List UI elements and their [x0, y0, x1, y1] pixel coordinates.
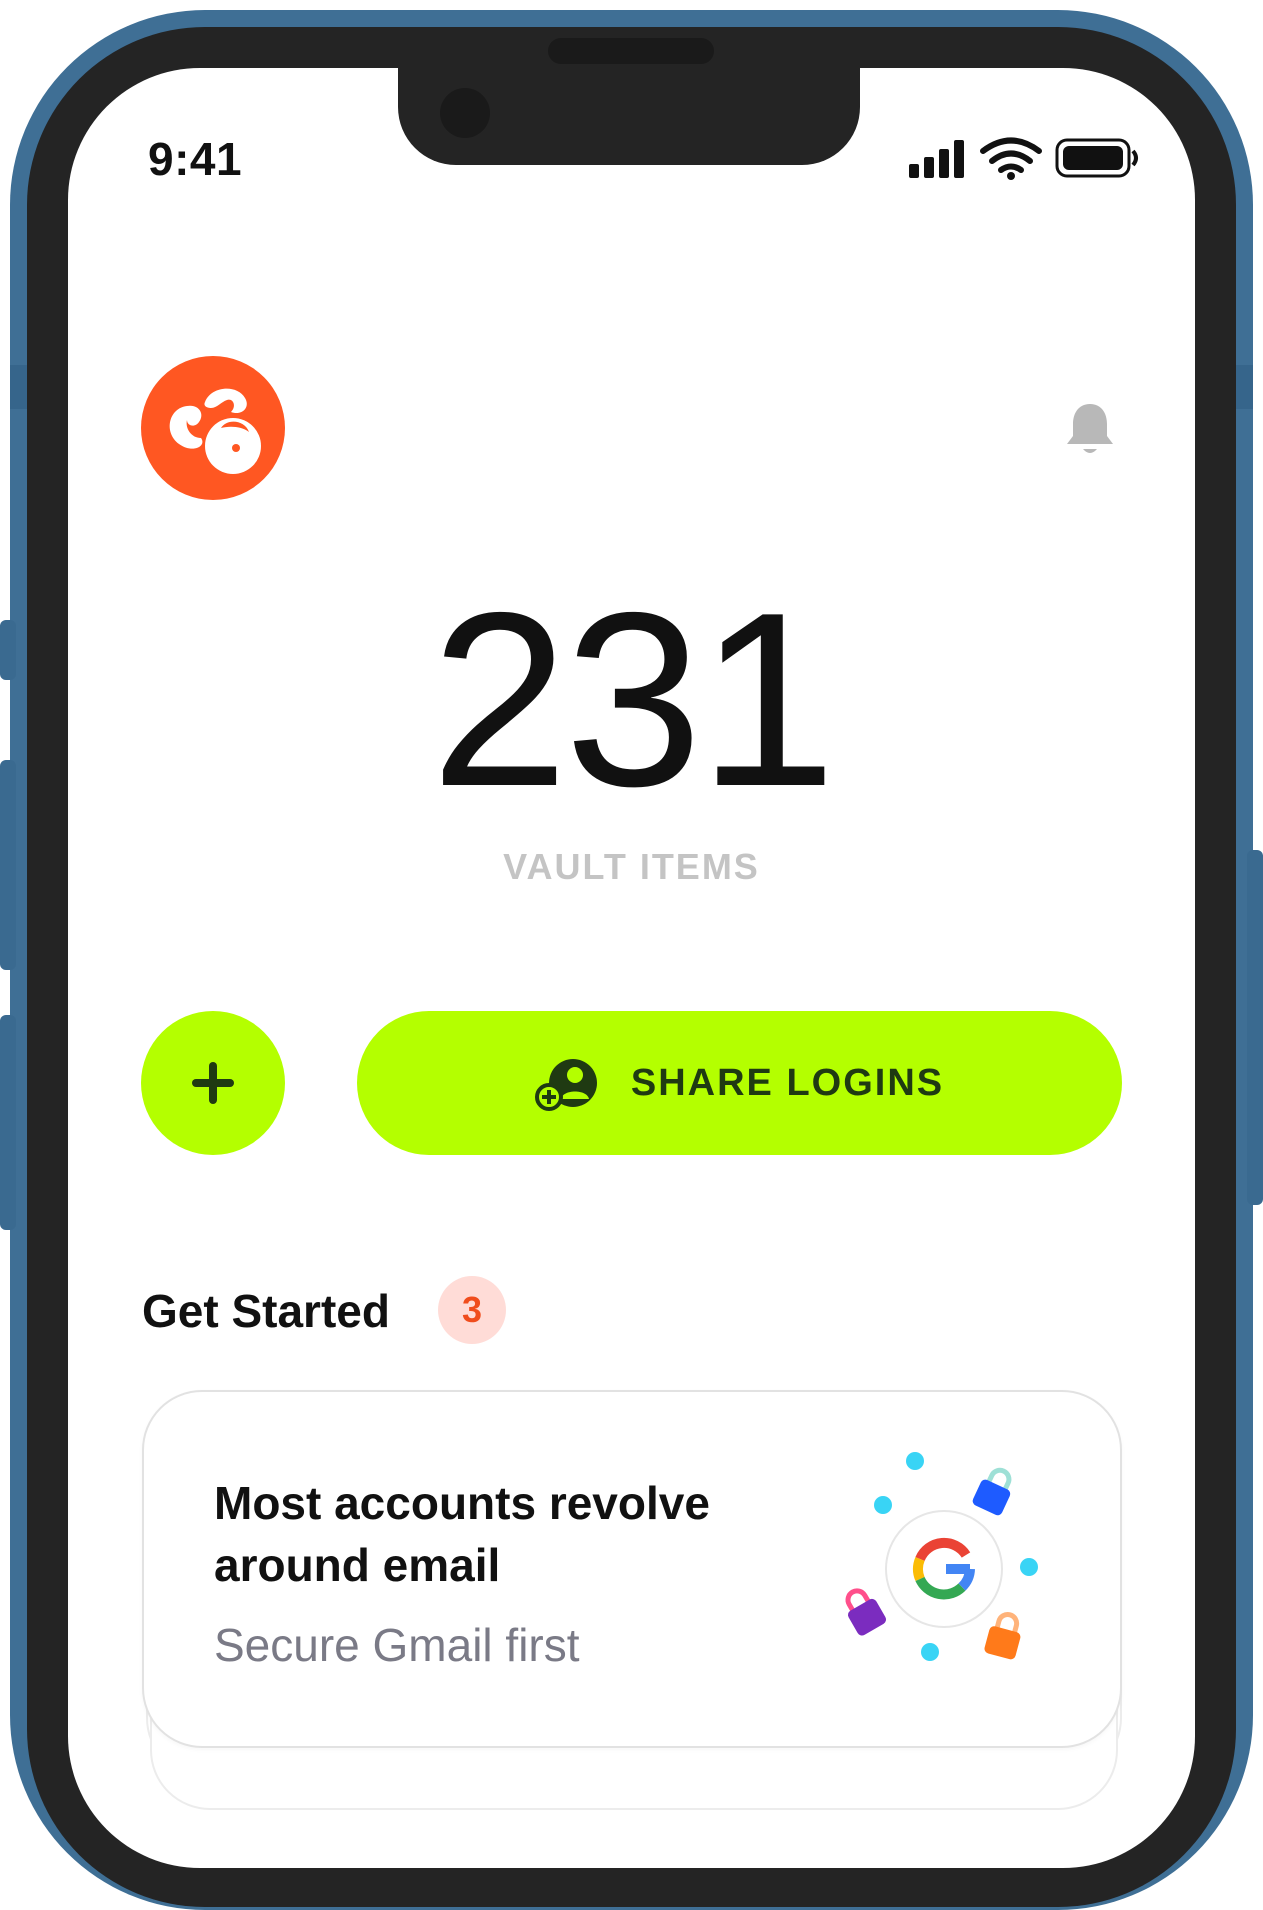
share-logins-label: SHARE LOGINS	[630, 1061, 945, 1104]
card-subtitle: Secure Gmail first	[214, 1619, 580, 1671]
count-badge: 3	[438, 1276, 506, 1344]
app-logo-icon[interactable]	[141, 356, 285, 500]
lock-icon	[972, 1467, 1012, 1516]
card-stack: Most accounts revolve around email Secur…	[142, 1390, 1122, 1910]
status-icons	[905, 136, 1145, 187]
lock-icon	[984, 1611, 1021, 1660]
battery-icon	[1055, 138, 1138, 178]
onboarding-card[interactable]: Most accounts revolve around email Secur…	[142, 1390, 1122, 1748]
lock-icon	[845, 1588, 887, 1636]
bell-icon[interactable]	[1064, 400, 1116, 458]
google-badge	[885, 1510, 1003, 1628]
front-camera	[440, 88, 490, 138]
wifi-icon	[980, 137, 1042, 173]
status-time: 9:41	[148, 133, 243, 185]
plus-icon	[192, 1062, 234, 1104]
device-side-button	[1247, 850, 1263, 1205]
add-item-button[interactable]	[141, 1011, 285, 1155]
gmail-illustration	[824, 1452, 1054, 1682]
speaker	[548, 38, 714, 64]
section-title: Get Started	[142, 1285, 390, 1337]
device-side-button	[0, 1015, 16, 1230]
card-title: Most accounts revolve around email	[214, 1477, 710, 1591]
vault-item-count: 231	[430, 560, 837, 838]
vault-items-label: VAULT ITEMS	[503, 846, 760, 887]
share-logins-button[interactable]: SHARE LOGINS	[357, 1011, 1122, 1155]
signal-icon	[909, 140, 964, 178]
add-user-icon	[534, 1059, 597, 1111]
